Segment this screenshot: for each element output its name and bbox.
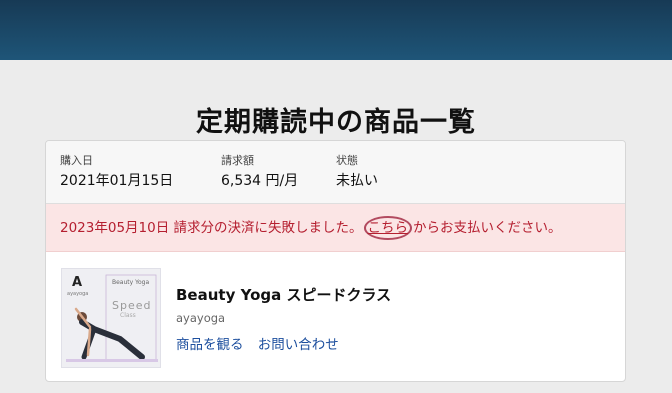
top-header-bar bbox=[0, 0, 672, 60]
purchase-date-value: 2021年01月15日 bbox=[60, 173, 174, 189]
page-title: 定期購読中の商品一覧 bbox=[196, 107, 476, 139]
payment-failed-alert: 2023年05月10日 請求分の決済に失敗しました。 こちら からお支払いください。 bbox=[46, 204, 625, 252]
product-name: Beauty Yoga スピードクラス bbox=[176, 286, 392, 304]
billing-amount-value: 6,534 円/月 bbox=[221, 173, 299, 189]
status-value: 未払い bbox=[336, 173, 378, 189]
thumbnail-category: Beauty Yoga bbox=[112, 279, 150, 286]
billing-amount-field: 請求額 6,534 円/月 bbox=[221, 154, 298, 190]
thumbnail-subtitle: Class bbox=[120, 312, 136, 319]
purchase-date-label: 購入日 bbox=[60, 154, 93, 167]
product-links: 商品を観る お問い合わせ bbox=[176, 336, 349, 354]
watch-product-link[interactable]: 商品を観る bbox=[176, 337, 244, 353]
status-field: 状態 未払い bbox=[336, 154, 378, 190]
alert-message-end: からお支払いください。 bbox=[413, 220, 562, 236]
status-label: 状態 bbox=[336, 154, 358, 167]
contact-link[interactable]: お問い合わせ bbox=[258, 337, 339, 353]
brand-logo: A bbox=[72, 275, 83, 290]
alert-message-start: 2023年05月10日 請求分の決済に失敗しました。 bbox=[60, 220, 363, 236]
billing-amount-label: 請求額 bbox=[221, 154, 254, 167]
product-seller: ayayoga bbox=[176, 311, 226, 325]
thumbnail-title: Speed bbox=[112, 299, 152, 312]
pay-here-link[interactable]: こちら bbox=[363, 216, 413, 240]
brand-tag: ayayoga bbox=[67, 291, 89, 297]
product-row: A ayayoga Beauty Yoga Speed Class Beauty… bbox=[46, 253, 625, 381]
subscription-card: 購入日 2021年01月15日 請求額 6,534 円/月 状態 未払い 202… bbox=[45, 140, 626, 382]
subscription-summary: 購入日 2021年01月15日 請求額 6,534 円/月 状態 未払い bbox=[46, 141, 625, 204]
purchase-date-field: 購入日 2021年01月15日 bbox=[60, 154, 173, 190]
product-thumbnail[interactable]: A ayayoga Beauty Yoga Speed Class bbox=[61, 268, 161, 368]
